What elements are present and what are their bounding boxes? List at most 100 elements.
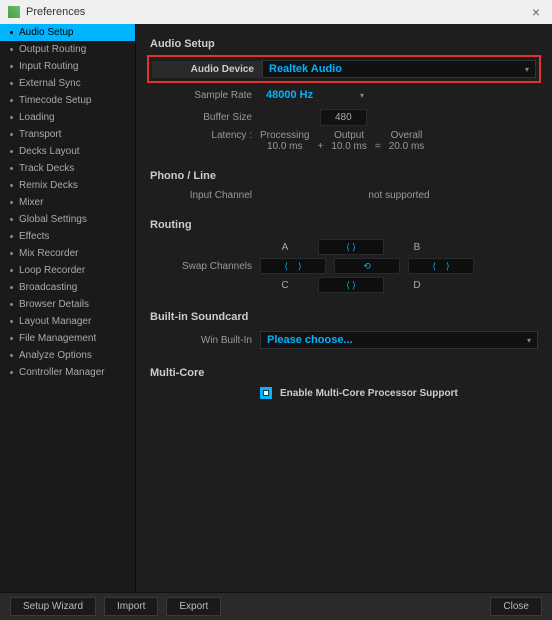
chevron-down-icon: ▾ xyxy=(525,65,529,74)
win-builtin-value: Please choose... xyxy=(267,334,353,346)
multicore-label: Enable Multi-Core Processor Support xyxy=(280,388,458,399)
sidebar-item-label: Broadcasting xyxy=(19,282,77,293)
section-phono: Phono / Line xyxy=(150,170,538,182)
bullet-icon xyxy=(10,371,13,374)
sample-rate-dropdown[interactable]: 48000 Hz ▾ xyxy=(260,86,370,104)
sidebar-item-transport[interactable]: Transport xyxy=(0,126,135,143)
sidebar-item-label: Remix Decks xyxy=(19,180,78,191)
export-button[interactable]: Export xyxy=(166,597,221,616)
sidebar-item-remix-decks[interactable]: Remix Decks xyxy=(0,177,135,194)
swap-c-button[interactable]: ⟨ ⟩ xyxy=(318,277,384,293)
sidebar-item-label: Timecode Setup xyxy=(19,95,91,106)
bullet-icon xyxy=(10,269,13,272)
channel-b-label: B xyxy=(392,242,442,253)
swap-a-button[interactable]: ⟨ ⟩ xyxy=(318,239,384,255)
preferences-window: Preferences × Audio SetupOutput RoutingI… xyxy=(0,0,552,620)
bullet-icon xyxy=(10,133,13,136)
sidebar-item-mix-recorder[interactable]: Mix Recorder xyxy=(0,245,135,262)
bullet-icon xyxy=(10,218,13,221)
channel-c-label: C xyxy=(260,280,310,291)
swap-bd-button[interactable]: ⟨ ⟩ xyxy=(408,258,474,274)
bullet-icon xyxy=(10,167,13,170)
latency-overall-label: Overall xyxy=(389,130,425,141)
sidebar-item-label: Global Settings xyxy=(19,214,87,225)
section-routing: Routing xyxy=(150,219,538,231)
multicore-checkbox[interactable] xyxy=(260,387,272,399)
sidebar-item-loop-recorder[interactable]: Loop Recorder xyxy=(0,262,135,279)
audio-device-value: Realtek Audio xyxy=(269,63,342,75)
bullet-icon xyxy=(10,184,13,187)
latency-processing-label: Processing xyxy=(260,130,309,141)
audio-device-label: Audio Device xyxy=(152,61,262,78)
chevron-down-icon: ▾ xyxy=(360,91,364,100)
sidebar-item-global-settings[interactable]: Global Settings xyxy=(0,211,135,228)
footer: Setup Wizard Import Export Close xyxy=(0,592,552,620)
sidebar-item-mixer[interactable]: Mixer xyxy=(0,194,135,211)
win-builtin-dropdown[interactable]: Please choose... ▾ xyxy=(260,331,538,349)
highlight-audio-device: Audio Device Realtek Audio ▾ xyxy=(147,55,541,83)
sidebar-item-label: Mix Recorder xyxy=(19,248,78,259)
bullet-icon xyxy=(10,320,13,323)
sidebar-item-input-routing[interactable]: Input Routing xyxy=(0,58,135,75)
sidebar-item-label: Input Routing xyxy=(19,61,79,72)
sidebar-item-broadcasting[interactable]: Broadcasting xyxy=(0,279,135,296)
section-audio-setup: Audio Setup xyxy=(150,38,538,50)
bullet-icon xyxy=(10,286,13,289)
sidebar-item-label: Layout Manager xyxy=(19,316,91,327)
sidebar-item-layout-manager[interactable]: Layout Manager xyxy=(0,313,135,330)
input-channel-value: not supported xyxy=(260,190,538,201)
input-channel-label: Input Channel xyxy=(150,190,260,201)
channel-a-label: A xyxy=(260,242,310,253)
sidebar-item-label: Mixer xyxy=(19,197,43,208)
sidebar-item-label: Transport xyxy=(19,129,61,140)
sidebar-item-label: Loading xyxy=(19,112,55,123)
plus-icon: + xyxy=(317,141,323,152)
window-title: Preferences xyxy=(26,6,85,18)
close-icon[interactable]: × xyxy=(528,4,544,20)
close-button[interactable]: Close xyxy=(490,597,542,616)
buffer-size-value[interactable]: 480 xyxy=(320,109,367,126)
sidebar-item-label: Track Decks xyxy=(19,163,74,174)
sidebar-item-label: Analyze Options xyxy=(19,350,92,361)
sidebar-item-decks-layout[interactable]: Decks Layout xyxy=(0,143,135,160)
sidebar-item-effects[interactable]: Effects xyxy=(0,228,135,245)
audio-device-dropdown[interactable]: Realtek Audio ▾ xyxy=(262,60,536,78)
setup-wizard-button[interactable]: Setup Wizard xyxy=(10,597,96,616)
sample-rate-value: 48000 Hz xyxy=(266,89,313,101)
bullet-icon xyxy=(10,82,13,85)
latency-output-value: 10.0 ms xyxy=(331,141,367,152)
swap-channels-label: Swap Channels xyxy=(150,261,260,272)
latency-values: Processing 10.0 ms + Output 10.0 ms = Ov… xyxy=(260,130,424,152)
sidebar-item-audio-setup[interactable]: Audio Setup xyxy=(0,24,135,41)
latency-processing-value: 10.0 ms xyxy=(260,141,309,152)
channel-d-label: D xyxy=(392,280,442,291)
sidebar-item-track-decks[interactable]: Track Decks xyxy=(0,160,135,177)
sidebar-item-timecode-setup[interactable]: Timecode Setup xyxy=(0,92,135,109)
sidebar-item-output-routing[interactable]: Output Routing xyxy=(0,41,135,58)
sidebar-item-label: Browser Details xyxy=(19,299,89,310)
sidebar-item-loading[interactable]: Loading xyxy=(0,109,135,126)
sidebar-item-controller-manager[interactable]: Controller Manager xyxy=(0,364,135,381)
sidebar-item-file-management[interactable]: File Management xyxy=(0,330,135,347)
buffer-size-label: Buffer Size xyxy=(150,112,260,123)
bullet-icon xyxy=(10,116,13,119)
equals-icon: = xyxy=(375,141,381,152)
section-multicore: Multi-Core xyxy=(150,367,538,379)
sidebar-item-analyze-options[interactable]: Analyze Options xyxy=(0,347,135,364)
main-panel: Audio Setup Audio Device Realtek Audio ▾… xyxy=(136,24,552,592)
bullet-icon xyxy=(10,201,13,204)
latency-output-label: Output xyxy=(331,130,367,141)
swap-center-button[interactable]: ⟲ xyxy=(334,258,400,274)
import-button[interactable]: Import xyxy=(104,597,158,616)
sample-rate-label: Sample Rate xyxy=(150,90,260,101)
sidebar-item-external-sync[interactable]: External Sync xyxy=(0,75,135,92)
sidebar-item-browser-details[interactable]: Browser Details xyxy=(0,296,135,313)
bullet-icon xyxy=(10,235,13,238)
section-soundcard: Built-in Soundcard xyxy=(150,311,538,323)
chevron-down-icon: ▾ xyxy=(527,336,531,345)
latency-label: Latency : xyxy=(150,130,260,141)
bullet-icon xyxy=(10,252,13,255)
sidebar-item-label: Controller Manager xyxy=(19,367,105,378)
sidebar-item-label: External Sync xyxy=(19,78,81,89)
swap-ac-button[interactable]: ⟨ ⟩ xyxy=(260,258,326,274)
